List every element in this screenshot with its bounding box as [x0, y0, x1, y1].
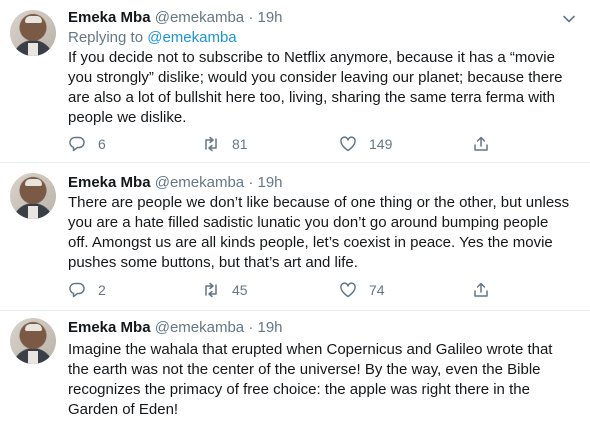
- timestamp[interactable]: 19h: [258, 174, 283, 191]
- tweet-3[interactable]: Emeka Mba @emekamba · 19h Imagine the wa…: [0, 311, 590, 425]
- retweet-icon: [205, 136, 217, 152]
- tweet-text-line: recognizes the primacy of free choice: t…: [68, 381, 530, 398]
- chevron-down-icon[interactable]: [562, 12, 576, 26]
- tweet-header: Emeka Mba @emekamba · 19h: [68, 173, 283, 193]
- like-button[interactable]: 74: [339, 280, 385, 300]
- author-name[interactable]: Emeka Mba: [68, 9, 151, 26]
- like-count: 74: [369, 282, 385, 298]
- reply-count: 2: [98, 282, 106, 298]
- tweet-text-line: the earth was not the center of the univ…: [68, 361, 541, 378]
- share-button[interactable]: [472, 134, 490, 154]
- tweet-text-line: If you decide not to subscribe to Netfli…: [68, 49, 555, 66]
- like-button[interactable]: 149: [339, 134, 392, 154]
- heart-icon: [340, 282, 356, 298]
- tweet-text-line: Garden of Eden!: [68, 401, 179, 418]
- tweet-text-line: There are people we don’t like because o…: [68, 194, 570, 211]
- timestamp[interactable]: 19h: [258, 319, 283, 336]
- tweet-text-line: off. Amongst us are all kinds people, le…: [68, 234, 553, 251]
- reply-button[interactable]: 6: [68, 134, 106, 154]
- reply-icon: [69, 282, 85, 298]
- replying-to: Replying to @emekamba: [68, 28, 237, 48]
- tweet-text-line: pushes some buttons, but that’s art and …: [68, 254, 358, 271]
- tweet-1[interactable]: Emeka Mba @emekamba · 19h Replying to @e…: [0, 0, 590, 163]
- tweet-text: Imagine the wahala that erupted when Cop…: [68, 340, 573, 420]
- share-button[interactable]: [472, 280, 490, 300]
- tweet-text-line: people we dislike.: [68, 109, 187, 126]
- author-handle[interactable]: @emekamba: [155, 9, 244, 26]
- like-count: 149: [369, 136, 393, 152]
- retweet-button[interactable]: 45: [202, 280, 248, 300]
- separator-dot: ·: [248, 9, 254, 26]
- tweet-actions: 2 45 74: [68, 280, 498, 302]
- separator-dot: ·: [248, 174, 254, 191]
- tweet-text-line: are also a lot of bullshit here too, liv…: [68, 89, 555, 106]
- tweet-text-line: you strongly” dislike; would you conside…: [68, 69, 563, 86]
- author-handle[interactable]: @emekamba: [155, 174, 244, 191]
- tweet-header: Emeka Mba @emekamba · 19h: [68, 318, 283, 338]
- tweet-2[interactable]: Emeka Mba @emekamba · 19h There are peop…: [0, 163, 590, 311]
- tweet-text: If you decide not to subscribe to Netfli…: [68, 48, 573, 128]
- avatar[interactable]: [10, 318, 56, 364]
- tweet-text-line: Imagine the wahala that erupted when Cop…: [68, 341, 553, 358]
- author-name[interactable]: Emeka Mba: [68, 174, 151, 191]
- tweet-text-line: you are a hate filled sadistic lunatic y…: [68, 214, 549, 231]
- replying-to-link[interactable]: @emekamba: [147, 29, 236, 46]
- reply-count: 6: [98, 136, 106, 152]
- replying-to-prefix: Replying to: [68, 29, 144, 46]
- reply-icon: [69, 136, 85, 152]
- reply-button[interactable]: 2: [68, 280, 106, 300]
- separator-dot: ·: [248, 319, 254, 336]
- tweet-header: Emeka Mba @emekamba · 19h: [68, 8, 283, 28]
- retweet-button[interactable]: 81: [202, 134, 248, 154]
- retweet-count: 45: [232, 282, 248, 298]
- avatar[interactable]: [10, 10, 56, 56]
- share-icon: [474, 282, 488, 297]
- avatar[interactable]: [10, 173, 56, 219]
- author-handle[interactable]: @emekamba: [155, 319, 244, 336]
- timestamp[interactable]: 19h: [258, 9, 283, 26]
- retweet-icon: [205, 282, 217, 298]
- author-name[interactable]: Emeka Mba: [68, 319, 151, 336]
- retweet-count: 81: [232, 136, 248, 152]
- tweet-actions: 6 81 149: [68, 134, 498, 156]
- share-icon: [474, 136, 488, 151]
- tweet-text: There are people we don’t like because o…: [68, 193, 573, 273]
- heart-icon: [340, 136, 356, 152]
